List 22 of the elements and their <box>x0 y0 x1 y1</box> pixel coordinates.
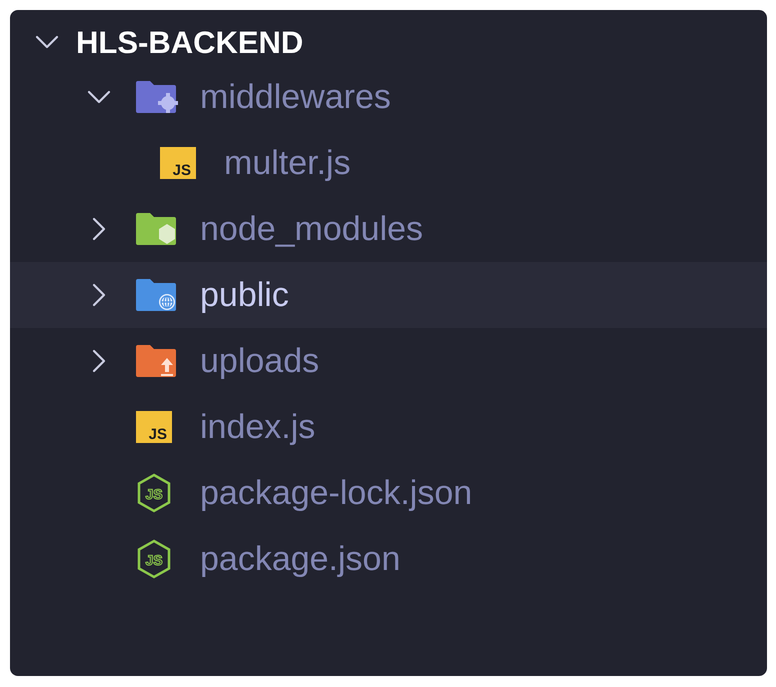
hexagon-js-icon: JS <box>136 473 172 513</box>
hexagon-js-icon: JS <box>136 539 172 579</box>
project-title: HLS-BACKEND <box>76 26 304 58</box>
file-name: index.js <box>200 410 316 444</box>
js-file-icon: JS <box>136 411 172 443</box>
file-row[interactable]: JS multer.js <box>10 130 767 196</box>
folder-name: middlewares <box>200 80 391 114</box>
folder-name: node_modules <box>200 212 424 246</box>
folder-name: public <box>200 278 289 312</box>
js-file-icon: JS <box>160 147 196 179</box>
folder-row[interactable]: public <box>10 262 767 328</box>
folder-name: uploads <box>200 344 320 378</box>
file-name: package.json <box>200 542 400 576</box>
file-name: multer.js <box>224 146 351 180</box>
folder-row[interactable]: uploads <box>10 328 767 394</box>
folder-row[interactable]: node_modules <box>10 196 767 262</box>
file-row[interactable]: JS index.js <box>10 394 767 460</box>
file-name: package-lock.json <box>200 476 472 510</box>
file-row[interactable]: JS package-lock.json <box>10 460 767 526</box>
file-row[interactable]: JS package.json <box>10 526 767 592</box>
folder-row[interactable]: middlewares <box>10 64 767 130</box>
project-header[interactable]: HLS-BACKEND <box>10 20 767 64</box>
